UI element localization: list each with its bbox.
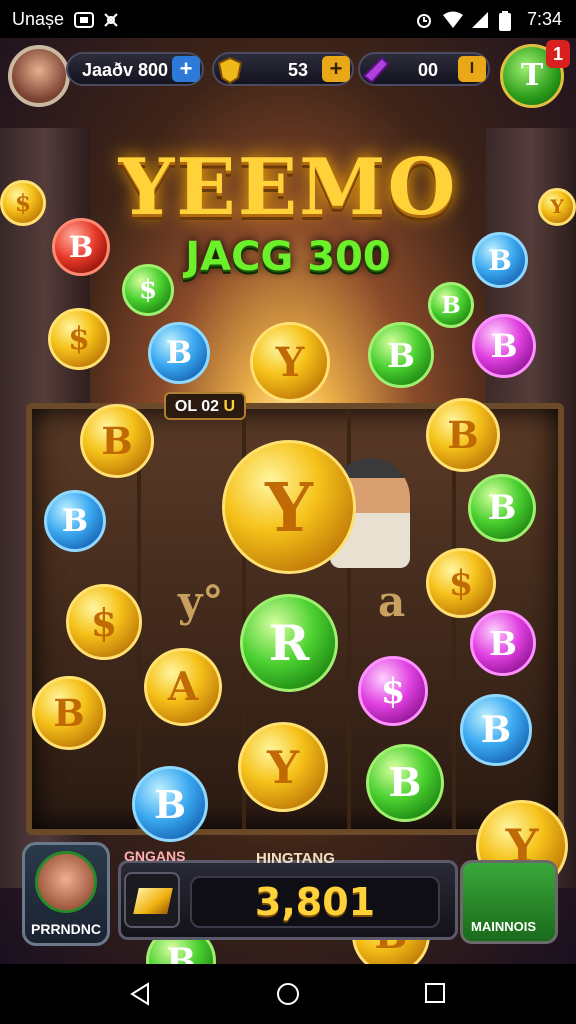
green-coin[interactable]: B — [428, 282, 474, 328]
player-name-pill: Jaaðv 800 + — [66, 52, 204, 86]
battery-icon — [498, 10, 517, 31]
gold-coin[interactable]: $ — [66, 584, 142, 660]
gem-pill: 00 I — [358, 52, 490, 86]
gold-coin[interactable]: Y — [238, 722, 328, 812]
gold-coin[interactable]: B — [80, 404, 154, 478]
reel-symbol: a — [378, 577, 406, 626]
screen-record-icon — [74, 11, 95, 29]
carrier-label: Unașe — [12, 9, 65, 29]
gold-bar-button[interactable] — [124, 872, 180, 928]
player-card-label: PRRNDNC — [31, 921, 101, 937]
gold-shield-icon — [216, 56, 244, 89]
home-icon[interactable] — [276, 982, 300, 1010]
gold-coin[interactable]: $ — [426, 548, 496, 618]
gold-count: 53 — [288, 60, 309, 80]
player-card[interactable]: PRRNDNC — [22, 842, 110, 946]
red-coin[interactable]: B — [52, 218, 110, 276]
blue-coin[interactable]: B — [132, 766, 208, 842]
tools-icon — [102, 11, 120, 29]
add-gold-button[interactable]: + — [322, 56, 350, 82]
blue-coin[interactable]: B — [472, 232, 528, 288]
gem-icon — [362, 56, 390, 89]
signal-icon — [471, 11, 489, 29]
green-coin[interactable]: R — [240, 594, 338, 692]
back-icon[interactable] — [128, 982, 152, 1010]
player-avatar[interactable] — [8, 45, 70, 107]
pink-coin[interactable]: $ — [358, 656, 428, 726]
navigation-bar — [0, 964, 576, 1024]
add-gem-button[interactable]: I — [458, 56, 486, 82]
green-coin[interactable]: B — [468, 474, 536, 542]
blue-coin[interactable]: B — [460, 694, 532, 766]
gold-coin[interactable]: Y — [250, 322, 330, 402]
blue-coin[interactable]: B — [44, 490, 106, 552]
gem-count: 00 — [418, 60, 439, 80]
gold-coin[interactable]: Y — [538, 188, 576, 226]
gold-coin[interactable]: $ — [48, 308, 110, 370]
gains-label: GNGANS — [124, 848, 186, 864]
gold-coin[interactable]: B — [32, 676, 106, 750]
timer-suffix: U — [223, 398, 236, 415]
bottom-bar: PRRNDNC GNGANS HINGTANG 3,801 MAINNOIS — [20, 842, 560, 946]
pink-coin[interactable]: B — [470, 610, 536, 676]
gold-ingot-icon — [133, 888, 173, 914]
gold-coin[interactable]: $ — [0, 180, 46, 226]
mainnois-label: MAINNOIS — [471, 919, 536, 934]
clock-time: 7:34 — [526, 9, 562, 29]
notification-count: 1 — [552, 44, 563, 64]
winnings-amount: 3,801 — [190, 876, 440, 928]
green-coin[interactable]: B — [368, 322, 434, 388]
gold-coin[interactable]: Y — [222, 440, 356, 574]
player-name: Jaaðv 800 — [82, 60, 169, 80]
gold-coin[interactable]: A — [144, 648, 222, 726]
status-bar: Unașe 7:34 — [0, 0, 576, 38]
wifi-icon — [442, 11, 463, 29]
green-coin[interactable]: $ — [122, 264, 174, 316]
round-timer: OL 02 U — [164, 392, 246, 420]
timer-value: OL 02 — [174, 398, 220, 415]
gold-pill: 53 + — [212, 52, 354, 86]
gold-coin[interactable]: B — [426, 398, 500, 472]
winnings-label: HINGTANG — [256, 850, 335, 867]
profile-letter: T — [520, 58, 544, 93]
player-face-avatar — [35, 851, 97, 913]
add-currency-button[interactable]: + — [172, 56, 200, 82]
blue-coin[interactable]: B — [148, 322, 210, 384]
alarm-icon — [415, 11, 433, 29]
notification-badge: 1 — [546, 40, 570, 68]
pink-coin[interactable]: B — [472, 314, 536, 378]
green-coin[interactable]: B — [366, 744, 444, 822]
reel-symbol: y° — [178, 577, 224, 626]
recents-icon[interactable] — [424, 982, 446, 1008]
mainnois-button[interactable]: MAINNOIS — [460, 860, 558, 944]
reel-divider — [452, 409, 456, 829]
